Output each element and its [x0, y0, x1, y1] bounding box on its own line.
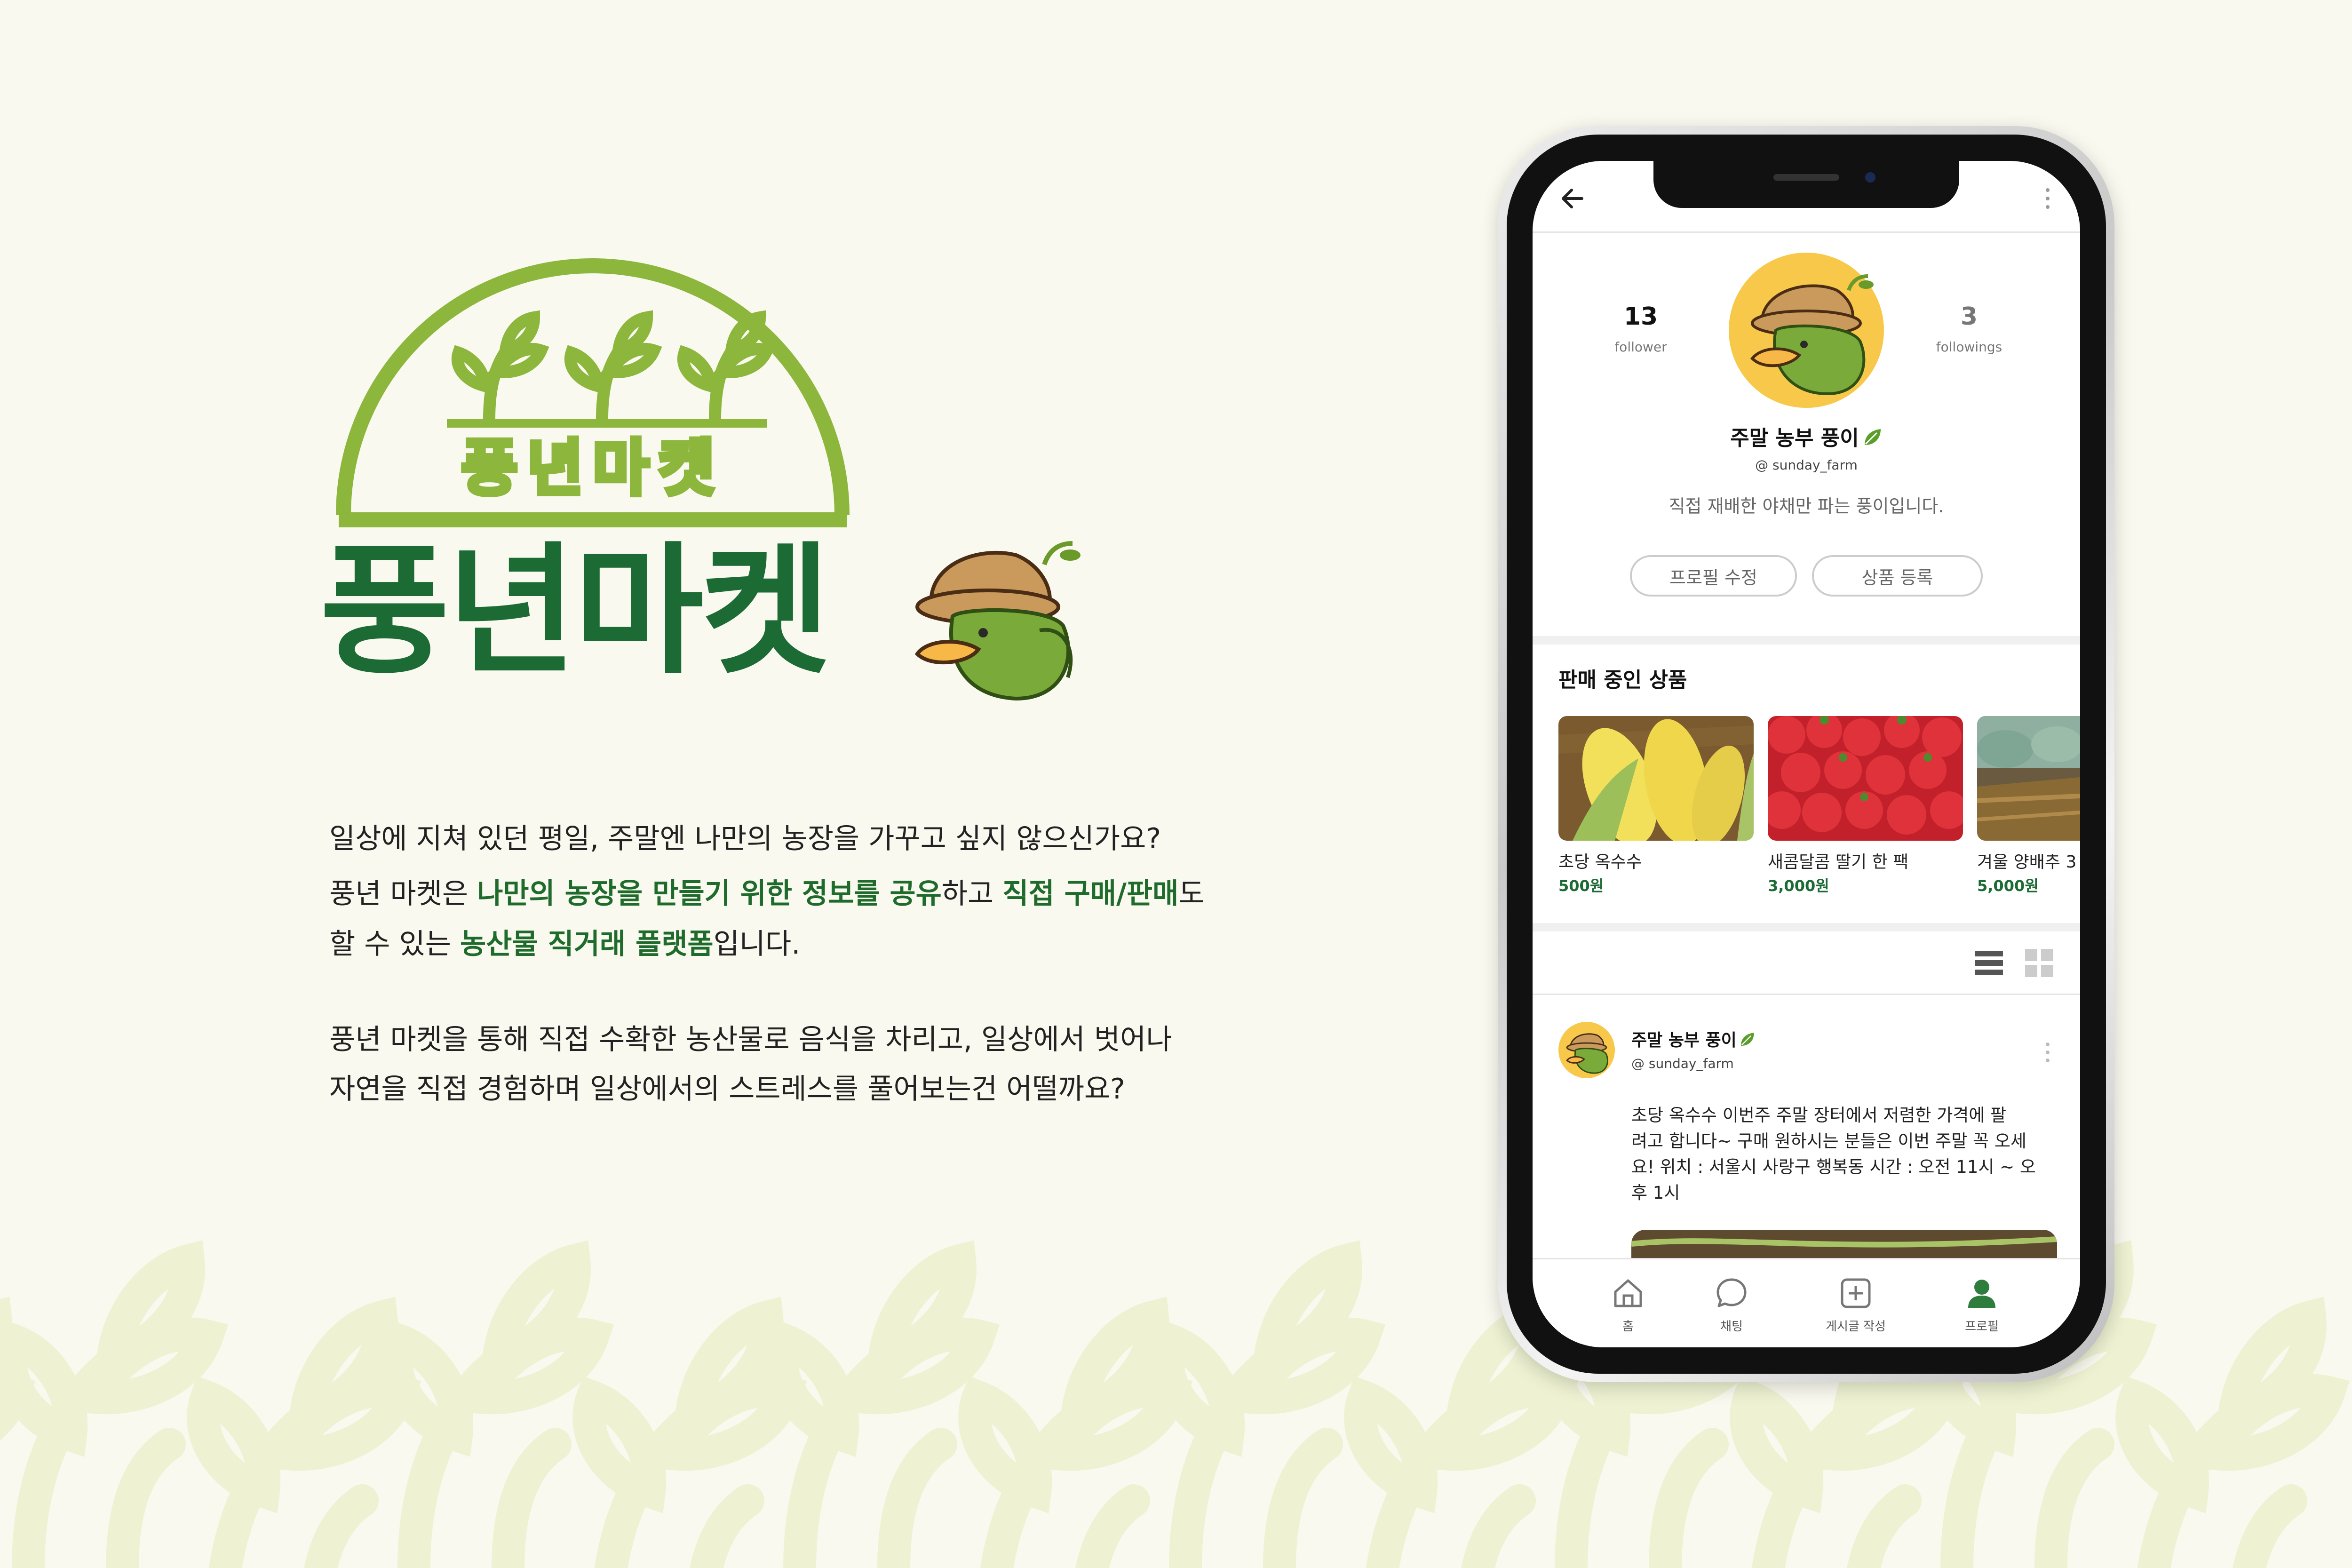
more-vertical-icon[interactable]: [2041, 184, 2055, 213]
description-line-2: 풍년 마켓은 나만의 농장을 만들기 위한 정보를 공유하고 직접 구매/판매도: [329, 880, 1205, 908]
edit-profile-button[interactable]: 프로필 수정: [1630, 555, 1797, 597]
product-name-cabbage[interactable]: 겨울 양배추 3: [1977, 854, 2080, 871]
product-price-strawberry: 3,000원: [1768, 877, 1829, 895]
profile-intro: 직접 재배한 야채만 파는 풍이입니다.: [1669, 496, 1944, 517]
profile-name: 주말 농부 풍이: [1665, 427, 1947, 449]
phone-screen: 13 follower 3 followings 주말 농부 풍이 @ sund…: [1533, 161, 2080, 1347]
products-section-title: 판매 중인 상품: [1558, 668, 1687, 692]
avatar: [1729, 253, 1884, 408]
home-icon[interactable]: [1612, 1277, 1645, 1310]
desc-text: 도: [1178, 877, 1205, 910]
grid-view-icon[interactable]: [2025, 949, 2053, 977]
follower-label: follower: [1614, 339, 1667, 355]
post-text-line-3: 요! 위치 : 서울시 사랑구 행복동 시간 : 오전 11시 ~ 오: [1631, 1157, 2036, 1177]
desc-text: 입니다.: [713, 928, 801, 961]
section-divider: [1533, 923, 2080, 931]
product-image-strawberry[interactable]: [1768, 716, 1963, 841]
description-line-5: 자연을 직접 경험하며 일상에서의 스트레스를 풀어보는건 어떨까요?: [329, 1073, 1125, 1106]
cabbage-photo-icon: [1977, 716, 2080, 841]
desc-highlight: 직접 구매/판매: [1002, 877, 1179, 910]
phone-notch: [1653, 161, 1959, 208]
corn-photo-icon: [1631, 1230, 2057, 1258]
post-author-name: 주말 농부 풍이: [1631, 1031, 1756, 1049]
profile-name-text: 주말 농부 풍이: [1730, 426, 1859, 450]
post-author-name-text: 주말 농부 풍이: [1631, 1031, 1737, 1050]
product-name-corn[interactable]: 초당 옥수수: [1558, 854, 1642, 871]
post-author-handle: @ sunday_farm: [1631, 1056, 1734, 1071]
tab-profile[interactable]: 프로필: [1954, 1321, 2010, 1333]
desc-text: 풍년 마켓은: [329, 877, 477, 910]
leaf-icon: [1864, 429, 1881, 445]
add-post-icon[interactable]: [1839, 1277, 1872, 1310]
brand-name: 풍년마켓: [320, 529, 831, 693]
profile-icon[interactable]: [1965, 1277, 1998, 1310]
desc-highlight: 나만의 농장을 만들기 위한 정보를 공유: [477, 877, 942, 910]
list-view-icon[interactable]: [1975, 949, 2003, 977]
post-image[interactable]: [1631, 1230, 2057, 1258]
mascot-duck-icon: [914, 541, 1081, 701]
leaf-icon: [1740, 1033, 1754, 1046]
register-product-button[interactable]: 상품 등록: [1812, 555, 1983, 597]
desc-text: 하고: [941, 877, 1003, 910]
desc-highlight: 농산물 직거래 플랫폼: [460, 928, 714, 961]
desc-text: 할 수 있는: [329, 928, 461, 961]
description-line-1: 일상에 지쳐 있던 평일, 주말엔 나만의 농장을 가꾸고 싶지 않으신가요?: [329, 822, 1161, 855]
post-text-line-4: 후 1시: [1631, 1183, 1680, 1203]
tab-write[interactable]: 게시글 작성: [1809, 1321, 1903, 1333]
post-more-icon[interactable]: [2041, 1041, 2055, 1064]
list-divider: [1533, 994, 2080, 995]
product-image-cabbage[interactable]: [1977, 716, 2080, 841]
follower-count[interactable]: 13: [1589, 304, 1692, 329]
product-image-corn[interactable]: [1558, 716, 1754, 841]
phone-camera: [1865, 172, 1875, 183]
profile-handle: @ sunday_farm: [1755, 457, 1858, 473]
section-divider: [1533, 636, 2080, 645]
product-name-strawberry[interactable]: 새콤달콤 딸기 한 팩: [1768, 854, 1908, 871]
back-arrow-icon[interactable]: [1558, 184, 1587, 213]
following-label: followings: [1936, 339, 2002, 355]
post-text-line-1: 초당 옥수수 이번주 주말 장터에서 저렴한 가격에 팔: [1631, 1105, 2007, 1125]
post-author-avatar[interactable]: [1558, 1022, 1615, 1078]
strawberry-photo-icon: [1768, 716, 1963, 841]
chat-icon[interactable]: [1715, 1277, 1748, 1310]
post-text-line-2: 려고 합니다~ 구매 원하시는 분들은 이번 주말 꼭 오세: [1631, 1131, 2026, 1151]
phone-speaker: [1773, 174, 1839, 181]
product-price-cabbage: 5,000원: [1977, 877, 2039, 895]
tab-chat[interactable]: 채팅: [1703, 1321, 1760, 1333]
emblem-text: 풍년마켓: [461, 432, 724, 504]
corn-photo-icon: [1558, 716, 1754, 841]
description-line-3: 할 수 있는 농산물 직거래 플랫폼입니다.: [329, 930, 800, 958]
tab-home[interactable]: 홈: [1600, 1321, 1656, 1333]
header-divider: [1533, 231, 2080, 233]
logo-emblem: 풍년마켓: [336, 258, 850, 527]
following-count[interactable]: 3: [1917, 304, 2021, 329]
description-line-4: 풍년 마켓을 통해 직접 수확한 농산물로 음식을 차리고, 일상에서 벗어나: [329, 1023, 1172, 1056]
product-price-corn: 500원: [1558, 877, 1604, 895]
